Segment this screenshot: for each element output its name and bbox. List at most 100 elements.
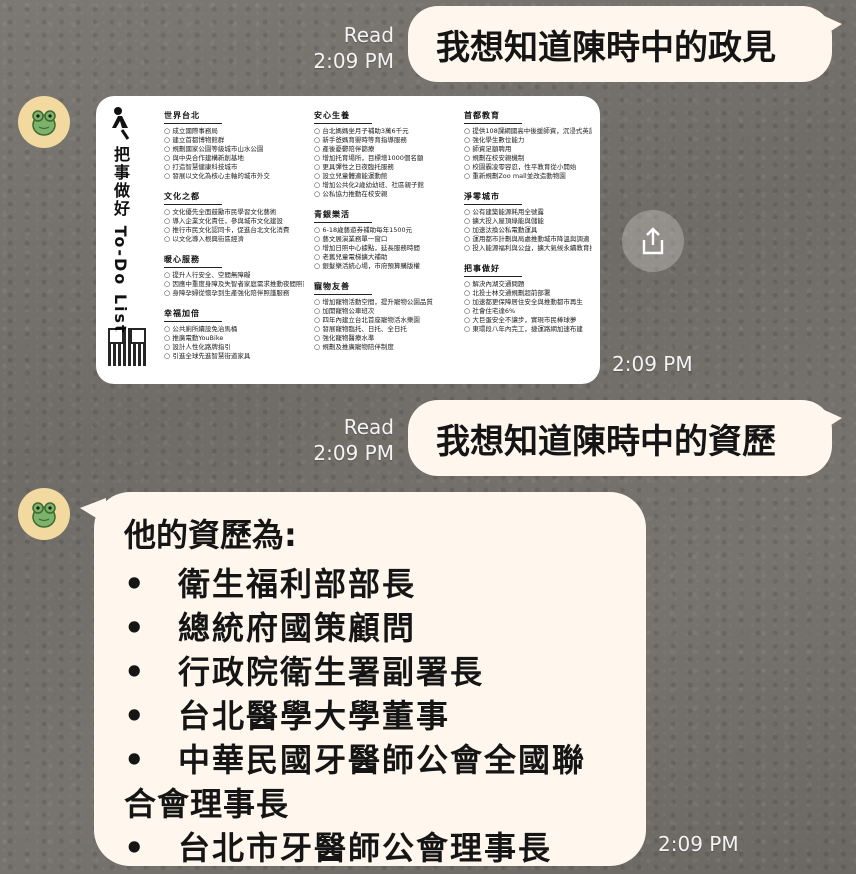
- policy-item: 增加寵物活動空間，提升寵物公園品質: [314, 298, 454, 307]
- policy-item: 與中央合作建構新創基地: [164, 154, 304, 163]
- section-title: 首都教育: [464, 111, 500, 120]
- policy-item: 公共廁所續設免治馬桶: [164, 325, 304, 334]
- policy-item: 藝文展演業務單一窗口: [314, 235, 454, 244]
- section-divider: [314, 294, 372, 295]
- policy-item: 設計人性化路牌指引: [164, 343, 304, 352]
- policy-item: 新手爸媽育嬰時等育指導服務: [314, 136, 454, 145]
- contact-avatar[interactable]: [18, 488, 70, 540]
- share-icon: [642, 227, 664, 255]
- qr-code-icon: [108, 328, 146, 366]
- policy-column-1: 世界台北成立國際事務局建立首都博物館群規劃國家公園等級城市山水公園與中央合作建構…: [164, 106, 304, 367]
- section-title: 寵物友善: [314, 282, 350, 291]
- policy-item: 發展寵物臨托、日托、全日托: [314, 325, 454, 334]
- list-item-continuation: 合會理事長: [124, 785, 290, 823]
- policy-item: 產後憂鬱陪伴篩療: [314, 145, 454, 154]
- list-item: • 行政院衛生署副署長: [124, 653, 485, 691]
- policy-item: 推廣電動YouBike: [164, 334, 304, 343]
- section-divider: [164, 321, 222, 322]
- policy-item: 重新規劃Zoo mall並改造動物園: [464, 172, 592, 181]
- policy-item: 成立國際事務局: [164, 127, 304, 136]
- section-title: 文化之都: [164, 192, 200, 201]
- policy-item: 引進全球先進智慧街道家具: [164, 352, 304, 361]
- policy-item: 身障孕婦從懷孕到生產強化陪伴照護服務: [164, 289, 304, 298]
- policy-item: 更具彈性之日夜臨托服務: [314, 163, 454, 172]
- policy-column-2: 安心生養台北媽媽坐月子補助3萬6千元新手爸媽育嬰時等育指導服務產後憂鬱陪伴篩療增…: [314, 106, 454, 358]
- list-item: • 衛生福利部部長: [124, 565, 417, 603]
- policy-item: 文化優先全面鼓勵市民學習文化藝術: [164, 208, 304, 217]
- policy-item: 東環段八年內完工，捷運路網加速布建: [464, 325, 592, 334]
- credentials-list: • 衛生福利部部長 • 總統府國策顧問 • 行政院衛生署副署長 • 台北醫學大學董事 •…: [124, 562, 616, 870]
- share-button[interactable]: [622, 210, 684, 272]
- outgoing-message-1[interactable]: 我想知道陳時中的政見: [408, 6, 842, 82]
- section-divider: [314, 123, 372, 124]
- policy-item: 擴大投入屋頂綠能與儲能: [464, 217, 592, 226]
- policy-column-3: 首都教育提供108課綱國高中後援師資，沉浸式英語學習強化學生數位能力師資足額聘用…: [464, 106, 592, 340]
- policy-item: 校園霸凌零容忍，性平教育從小開始: [464, 163, 592, 172]
- section-divider: [164, 123, 222, 124]
- timestamp: 2:09 PM: [612, 352, 693, 376]
- policy-item: 大巨蛋安全不讓步，實現市民棒球夢: [464, 316, 592, 325]
- policy-item: 規劃國家公園等級城市山水公園: [164, 145, 304, 154]
- policy-item: 以文化導入根興街區經濟: [164, 235, 304, 244]
- list-item: • 台北市牙醫師公會理事長: [124, 829, 553, 867]
- list-item: • 台北醫學大學董事: [124, 697, 451, 735]
- timestamp: 2:09 PM: [313, 49, 394, 73]
- timestamp: 2:09 PM: [313, 441, 394, 465]
- policy-item: 解決內湖交通問題: [464, 280, 592, 289]
- policy-item: 打造智慧健康科技城市: [164, 163, 304, 172]
- message-text: 我想知道陳時中的資歷: [436, 421, 776, 462]
- outgoing-message-2[interactable]: 我想知道陳時中的資歷: [408, 400, 842, 476]
- policy-item: 提供108課綱國高中後援師資，沉浸式英語學習: [464, 127, 592, 136]
- policy-item: 老舊兒童電梯擴大補助: [314, 253, 454, 262]
- policy-item: 加開寵物公車班次: [314, 307, 454, 316]
- read-receipt-2: Read 2:09 PM: [290, 414, 394, 466]
- policy-item: 師資足額聘用: [464, 145, 592, 154]
- policy-item: 公私協力推動在校安親: [314, 190, 454, 199]
- message-text: 我想知道陳時中的政見: [436, 27, 776, 68]
- policy-item: 台北媽媽坐月子補助3萬6千元: [314, 127, 454, 136]
- reply-title: 他的資歷為:: [124, 516, 297, 554]
- policy-item: 銀髮樂活統心場，市府預算購版權: [314, 262, 454, 271]
- read-label: Read: [343, 415, 394, 439]
- policy-item: 提升人行安全、空間無障礙: [164, 271, 304, 280]
- section-title: 青銀樂活: [314, 210, 350, 219]
- policy-item: 社會住宅達6%: [464, 307, 592, 316]
- section-divider: [314, 222, 372, 223]
- section-divider: [464, 123, 522, 124]
- policy-item: 強化學生數位能力: [464, 136, 592, 145]
- read-receipt-1: Read 2:09 PM: [290, 22, 394, 74]
- policy-item: 建立首都博物館群: [164, 136, 304, 145]
- policy-item: 加速都更保障居住安全與推動都市再生: [464, 298, 592, 307]
- policy-item: 設立兒童體適能運動館: [314, 172, 454, 181]
- policy-item: 公有建築能源耗用全號露: [464, 208, 592, 217]
- list-item: • 中華民國牙醫師公會全國聯: [124, 741, 587, 779]
- policy-item: 四年內建立台北首座寵物活水樂園: [314, 316, 454, 325]
- incoming-message[interactable]: 他的資歷為: • 衛生福利部部長 • 總統府國策顧問 • 行政院衛生署副署長 • 台北醫…: [80, 492, 646, 867]
- section-title: 世界台北: [164, 111, 200, 120]
- section-title: 暖心服務: [164, 255, 200, 264]
- section-divider: [464, 204, 522, 205]
- section-title: 安心生養: [314, 111, 350, 120]
- card-title: 把事做好 To-Do List: [111, 146, 130, 335]
- frog-icon: [32, 110, 56, 136]
- timestamp: 2:09 PM: [658, 832, 739, 856]
- section-divider: [164, 204, 222, 205]
- list-item: • 總統府國策顧問: [124, 609, 417, 647]
- policy-item: 規劃及推廣寵物陪伴制度: [314, 343, 454, 352]
- section-divider: [464, 276, 522, 277]
- read-label: Read: [343, 23, 394, 47]
- policy-item: 增加公共化2歲幼幼班、社區親子館: [314, 181, 454, 190]
- policy-item: 導入企業文化責任，參與城市文化建設: [164, 217, 304, 226]
- policy-item: 發展以文化為核心主軸的城市外交: [164, 172, 304, 181]
- section-divider: [164, 267, 222, 268]
- frog-icon: [32, 502, 56, 528]
- todo-list-image[interactable]: 把事做好 To-Do List 世界台北成立國際事務局建立首都博物館群規劃國家公…: [96, 96, 600, 384]
- section-title: 把事做好: [464, 264, 500, 273]
- policy-item: 推行市民文化認同卡，促進台北文化消費: [164, 226, 304, 235]
- policy-item: 加速汰換公私電動運具: [464, 226, 592, 235]
- policy-item: 增加日照中心據點，延長服務時間: [314, 244, 454, 253]
- policy-item: 6-18歲藝遊券補助每年1500元: [314, 226, 454, 235]
- policy-item: 因應中重度身障及失智者家庭需求推動夜間照家服務: [164, 280, 304, 289]
- policy-item: 增加托育場所，目標增1000個名額: [314, 154, 454, 163]
- contact-avatar[interactable]: [18, 96, 70, 148]
